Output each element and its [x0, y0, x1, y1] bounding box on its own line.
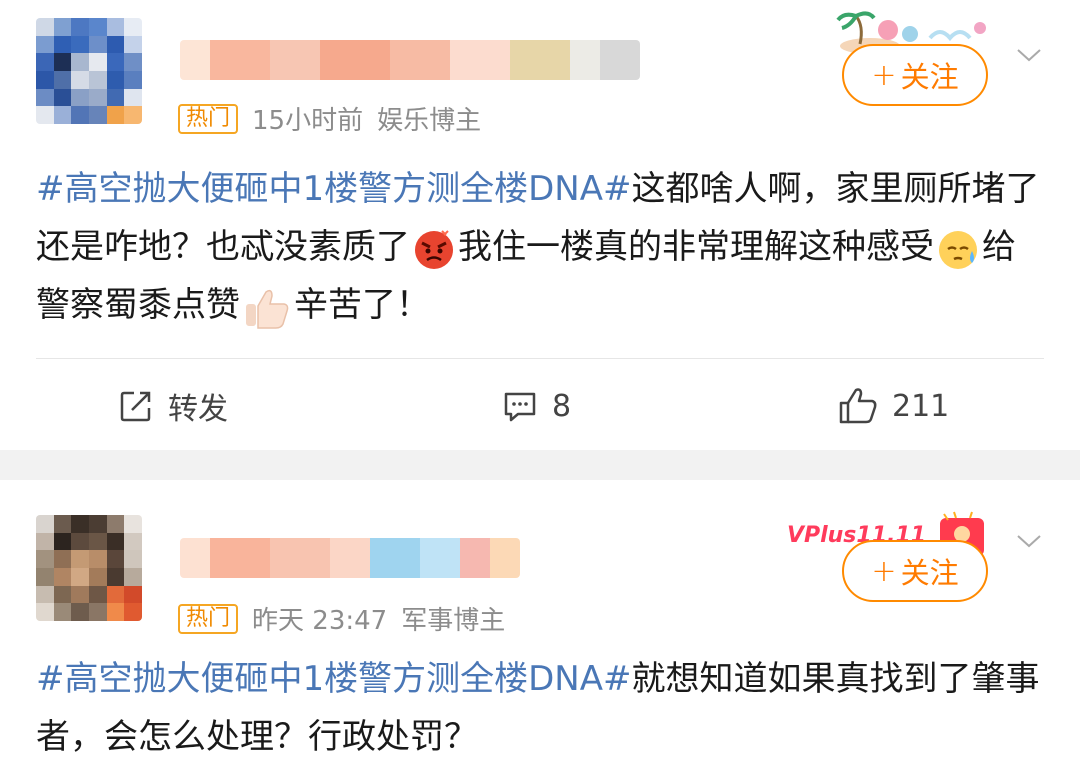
hot-badge: 热门 [178, 603, 239, 634]
post-meta: 热门 15小时前 娱乐博主 [178, 100, 481, 137]
post-separator [0, 450, 1080, 480]
like-icon [839, 388, 877, 424]
hot-badge: 热门 [178, 103, 239, 134]
text-segment: 辛苦了！ [294, 285, 430, 325]
angry-emoji-icon [415, 229, 453, 269]
like-count: 211 [892, 388, 950, 424]
follow-label: 关注 [900, 60, 959, 94]
action-bar: 转发 8 211 [0, 370, 1080, 442]
post-time: 15小时前 [252, 106, 364, 136]
username[interactable] [180, 538, 520, 578]
comment-icon [504, 392, 536, 422]
post-text: #高空抛大便砸中1楼警方测全楼DNA#这都啥人啊，家里厕所堵了还是咋地？也忒没素… [36, 160, 1044, 334]
follow-label: 关注 [900, 556, 959, 590]
post-meta: 热门 昨天 23:47 军事博主 [178, 600, 505, 637]
post-time: 昨天 23:47 [252, 606, 388, 636]
post-card[interactable]: 热门 昨天 23:47 军事博主 VPlus11.11 + 关注 #高空抛大便砸中… [0, 480, 1080, 768]
repost-button[interactable]: 转发 [118, 370, 228, 442]
hashtag-link[interactable]: #高空抛大便砸中1楼警方测全楼DNA# [36, 659, 631, 699]
follow-button[interactable]: + 关注 [842, 44, 988, 106]
chevron-down-icon[interactable] [1014, 526, 1044, 556]
repost-label: 转发 [168, 392, 228, 427]
divider [36, 358, 1044, 359]
hashtag-link[interactable]: #高空抛大便砸中1楼警方测全楼DNA# [36, 169, 631, 209]
author-tag: 娱乐博主 [377, 106, 482, 136]
repost-icon [120, 391, 151, 422]
sweat-emoji-icon [939, 230, 977, 269]
avatar[interactable] [36, 515, 142, 621]
comment-button[interactable]: 8 [502, 370, 571, 442]
comment-count: 8 [552, 388, 572, 424]
follow-button[interactable]: + 关注 [842, 540, 988, 602]
text-segment: 我住一楼真的非常理解这种感受 [458, 227, 934, 267]
post-card[interactable]: 热门 15小时前 娱乐博主 + 关注 #高空抛大便砸中1楼警方测全楼DNA#这都啥… [0, 0, 1080, 450]
author-tag: 军事博主 [401, 606, 506, 636]
thumbs-up-emoji-icon [246, 289, 289, 329]
weibo-feed: 热门 15小时前 娱乐博主 + 关注 #高空抛大便砸中1楼警方测全楼DNA#这都啥… [0, 0, 1080, 768]
like-button[interactable]: 211 [838, 370, 949, 442]
post-text: #高空抛大便砸中1楼警方测全楼DNA#就想知道如果真找到了肇事者，会怎么处理？行… [36, 650, 1044, 766]
avatar[interactable] [36, 18, 142, 124]
username[interactable] [180, 40, 640, 80]
chevron-down-icon[interactable] [1014, 40, 1044, 70]
